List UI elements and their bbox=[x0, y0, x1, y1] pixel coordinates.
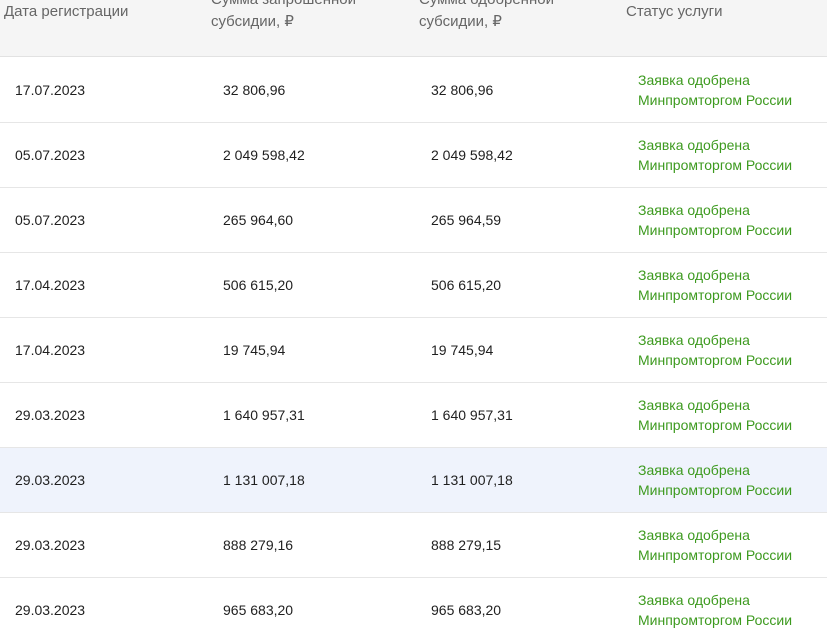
table-row[interactable]: 17.07.2023 32 806,96 32 806,96 Заявка од… bbox=[0, 58, 827, 123]
registration-date-cell: 29.03.2023 bbox=[15, 537, 86, 553]
table-row-highlighted[interactable]: 29.03.2023 1 131 007,18 1 131 007,18 Зая… bbox=[0, 448, 827, 513]
registration-date-cell: 05.07.2023 bbox=[15, 212, 86, 228]
approved-amount-cell: 1 640 957,31 bbox=[431, 407, 513, 423]
requested-amount-cell: 2 049 598,42 bbox=[223, 147, 305, 163]
status-cell: Заявка одобрена Минпромторгом России bbox=[638, 332, 793, 368]
approved-amount-cell: 888 279,15 bbox=[431, 537, 502, 553]
column-header-requested-amount[interactable]: Сумма запрошенной субсидии, ₽ bbox=[211, 0, 391, 33]
requested-amount-cell: 965 683,20 bbox=[223, 602, 294, 618]
approved-amount-cell: 265 964,59 bbox=[431, 212, 502, 228]
approved-amount-cell: 506 615,20 bbox=[431, 277, 502, 293]
status-cell: Заявка одобрена Минпромторгом России bbox=[638, 202, 793, 238]
subsidy-applications-table: Дата регистрации Сумма запрошенной субси… bbox=[0, 0, 827, 636]
table-header: Дата регистрации Сумма запрошенной субси… bbox=[0, 0, 827, 57]
status-cell: Заявка одобрена Минпромторгом России bbox=[638, 397, 793, 433]
status-cell: Заявка одобрена Минпромторгом России bbox=[638, 592, 793, 628]
column-header-service-status[interactable]: Статус услуги bbox=[626, 1, 723, 23]
registration-date-cell: 17.04.2023 bbox=[15, 277, 86, 293]
table-body: 17.07.2023 32 806,96 32 806,96 Заявка од… bbox=[0, 58, 827, 636]
column-header-registration-date[interactable]: Дата регистрации bbox=[4, 1, 128, 23]
registration-date-cell: 29.03.2023 bbox=[15, 407, 86, 423]
approved-amount-cell: 19 745,94 bbox=[431, 342, 494, 358]
table-row[interactable]: 05.07.2023 2 049 598,42 2 049 598,42 Зая… bbox=[0, 123, 827, 188]
requested-amount-cell: 265 964,60 bbox=[223, 212, 294, 228]
requested-amount-cell: 888 279,16 bbox=[223, 537, 294, 553]
registration-date-cell: 17.04.2023 bbox=[15, 342, 86, 358]
approved-amount-cell: 2 049 598,42 bbox=[431, 147, 513, 163]
table-row[interactable]: 17.04.2023 19 745,94 19 745,94 Заявка од… bbox=[0, 318, 827, 383]
requested-amount-cell: 1 131 007,18 bbox=[223, 472, 305, 488]
requested-amount-cell: 19 745,94 bbox=[223, 342, 286, 358]
approved-amount-cell: 32 806,96 bbox=[431, 82, 494, 98]
table-row[interactable]: 29.03.2023 888 279,16 888 279,15 Заявка … bbox=[0, 513, 827, 578]
registration-date-cell: 05.07.2023 bbox=[15, 147, 86, 163]
registration-date-cell: 29.03.2023 bbox=[15, 472, 86, 488]
status-cell: Заявка одобрена Минпромторгом России bbox=[638, 72, 793, 108]
table-row[interactable]: 05.07.2023 265 964,60 265 964,59 Заявка … bbox=[0, 188, 827, 253]
requested-amount-cell: 32 806,96 bbox=[223, 82, 286, 98]
table-row[interactable]: 29.03.2023 1 640 957,31 1 640 957,31 Зая… bbox=[0, 383, 827, 448]
approved-amount-cell: 965 683,20 bbox=[431, 602, 502, 618]
status-cell: Заявка одобрена Минпромторгом России bbox=[638, 462, 793, 498]
status-cell: Заявка одобрена Минпромторгом России bbox=[638, 267, 793, 303]
registration-date-cell: 17.07.2023 bbox=[15, 82, 86, 98]
approved-amount-cell: 1 131 007,18 bbox=[431, 472, 513, 488]
table-row[interactable]: 29.03.2023 965 683,20 965 683,20 Заявка … bbox=[0, 578, 827, 636]
table-row[interactable]: 17.04.2023 506 615,20 506 615,20 Заявка … bbox=[0, 253, 827, 318]
column-header-approved-amount[interactable]: Сумма одобренной субсидии, ₽ bbox=[419, 0, 599, 33]
requested-amount-cell: 1 640 957,31 bbox=[223, 407, 305, 423]
status-cell: Заявка одобрена Минпромторгом России bbox=[638, 137, 793, 173]
status-cell: Заявка одобрена Минпромторгом России bbox=[638, 527, 793, 563]
registration-date-cell: 29.03.2023 bbox=[15, 602, 86, 618]
requested-amount-cell: 506 615,20 bbox=[223, 277, 294, 293]
